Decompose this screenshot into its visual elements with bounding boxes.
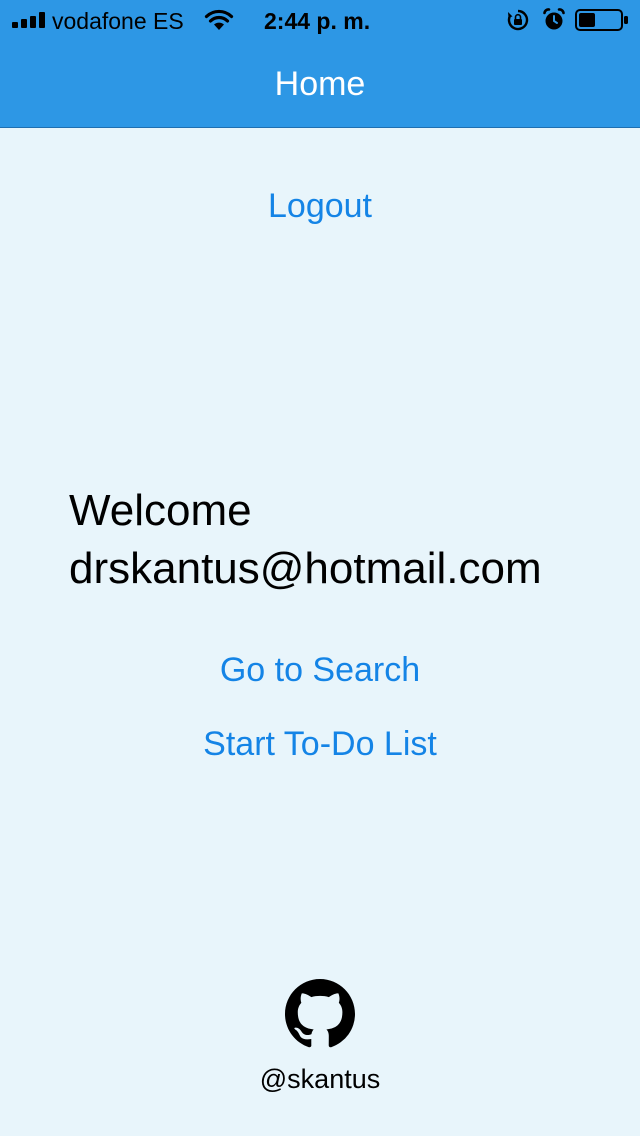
user-email: drskantus@hotmail.com <box>69 544 542 593</box>
github-icon[interactable] <box>285 979 355 1049</box>
carrier-name: vodafone ES <box>52 8 184 34</box>
alarm-icon <box>543 8 565 30</box>
orientation-lock-icon <box>507 9 529 31</box>
cellular-signal-icon <box>12 12 45 28</box>
status-time: 2:44 p. m. <box>264 8 371 34</box>
github-handle: @skantus <box>259 1064 381 1094</box>
logout-button[interactable]: Logout <box>0 186 640 226</box>
page-title: Home <box>274 65 366 103</box>
welcome-message: Welcome drskantus@hotmail.com <box>69 482 629 598</box>
welcome-greeting: Welcome <box>69 486 252 535</box>
battery-icon <box>575 9 628 31</box>
start-todo-list-button[interactable]: Start To-Do List <box>0 724 640 764</box>
app-screen: vodafone ES 2:44 p. m. Home Logout Welco… <box>0 0 640 1136</box>
status-bar: vodafone ES 2:44 p. m. <box>0 0 640 40</box>
wifi-icon <box>204 9 234 30</box>
header: vodafone ES 2:44 p. m. Home <box>0 0 640 128</box>
go-to-search-button[interactable]: Go to Search <box>0 650 640 690</box>
